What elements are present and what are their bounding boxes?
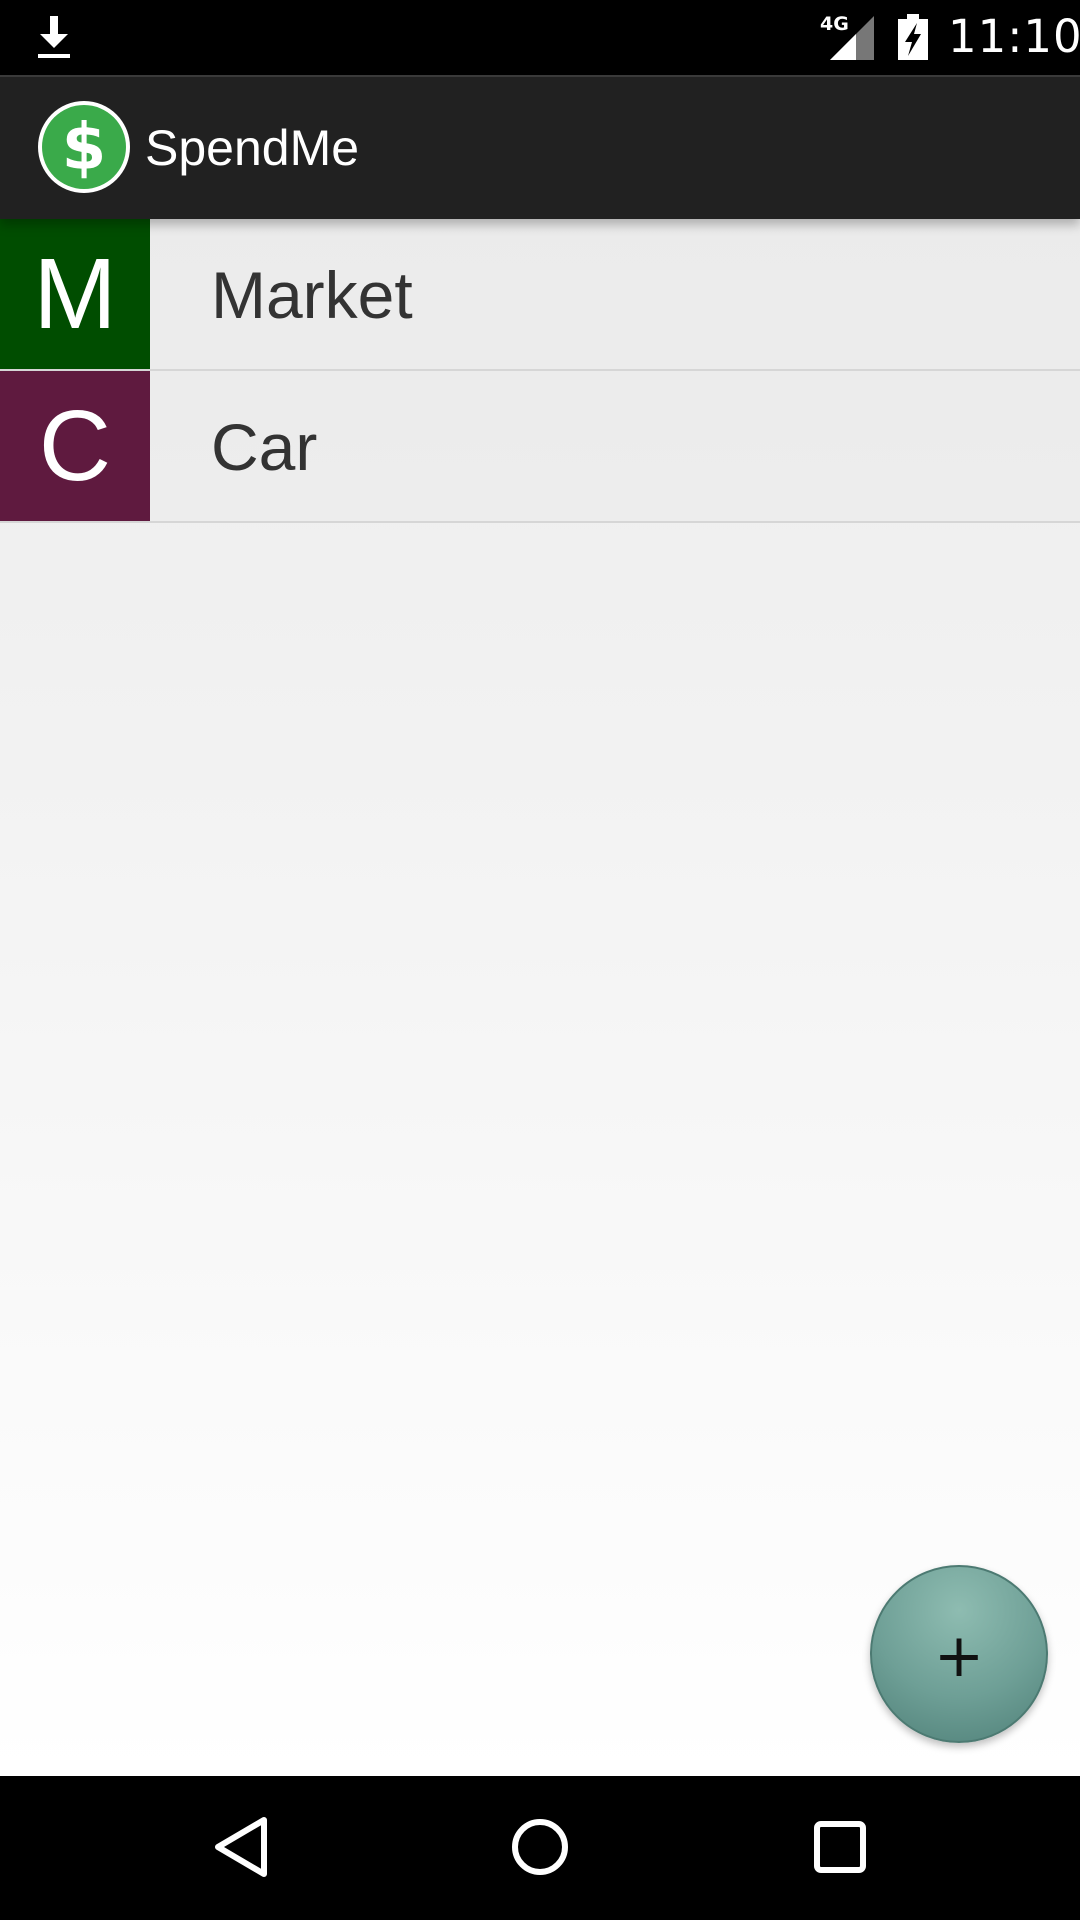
category-row-car[interactable]: C Car: [0, 371, 1080, 523]
svg-text:$: $: [62, 111, 107, 185]
download-icon: [38, 16, 70, 58]
home-icon[interactable]: [505, 1812, 575, 1882]
status-bar: 4G 11:10: [0, 0, 1080, 75]
navigation-bar: [0, 1776, 1080, 1920]
category-letter: C: [38, 389, 112, 502]
category-letter-tile: M: [0, 219, 150, 369]
battery-charging-icon: [898, 14, 928, 60]
recents-icon[interactable]: [805, 1812, 875, 1882]
content-area: M Market C Car +: [0, 219, 1080, 1776]
action-bar: $ SpendMe: [0, 75, 1080, 219]
dollar-icon: $: [38, 101, 130, 193]
signal-icon: [830, 16, 874, 60]
category-label: Market: [211, 258, 413, 332]
clock: 11:10: [948, 10, 1080, 63]
category-letter-tile: C: [0, 371, 150, 521]
add-category-button[interactable]: +: [870, 1565, 1048, 1743]
category-row-market[interactable]: M Market: [0, 219, 1080, 371]
plus-icon: +: [933, 1621, 985, 1691]
category-list: M Market C Car: [0, 219, 1080, 523]
category-letter: M: [33, 237, 117, 350]
app-title: SpendMe: [145, 120, 360, 176]
category-label: Car: [211, 410, 318, 484]
back-icon[interactable]: [206, 1812, 276, 1882]
screen: 4G 11:10 $ SpendMe M Market C Car +: [0, 0, 1080, 1920]
